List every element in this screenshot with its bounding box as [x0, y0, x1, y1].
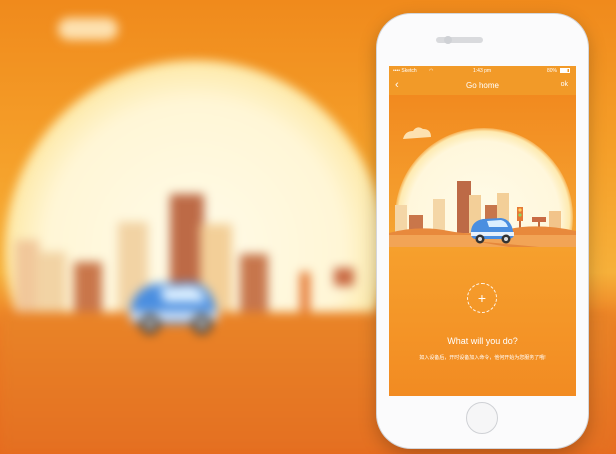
prompt-subtitle: 如入设备后，开时设备加入命令，他何开始为您服务了哦! — [419, 355, 546, 361]
home-button[interactable] — [466, 402, 498, 434]
plus-icon[interactable]: + — [467, 283, 497, 313]
illustration-scene — [389, 95, 576, 306]
signpost — [334, 268, 354, 286]
phone-screen: •••• Sketch ◠ 1:43 pm 80% ‹ Go home ok — [389, 66, 576, 396]
phone-camera — [444, 36, 452, 44]
status-bar: •••• Sketch ◠ 1:43 pm 80% — [389, 66, 576, 77]
prompt-area — [389, 247, 576, 396]
cloud-shape — [58, 18, 118, 40]
battery-icon — [560, 68, 570, 73]
city-illustration — [389, 127, 576, 247]
nav-bar: ‹ Go home ok — [389, 77, 576, 95]
wifi-icon: ◠ — [429, 68, 434, 74]
prompt-title: What will you do? — [447, 336, 518, 346]
building — [240, 254, 268, 312]
building — [74, 262, 102, 312]
page-title: Go home — [466, 81, 499, 90]
carrier-label: •••• Sketch — [393, 68, 417, 74]
battery-label: 80% — [547, 68, 558, 74]
status-time: 1:43 pm — [473, 68, 492, 74]
building — [36, 252, 66, 312]
ok-button[interactable]: ok — [561, 81, 568, 88]
traffic-light — [300, 272, 310, 312]
car-icon — [129, 282, 218, 334]
background-car — [120, 272, 224, 339]
